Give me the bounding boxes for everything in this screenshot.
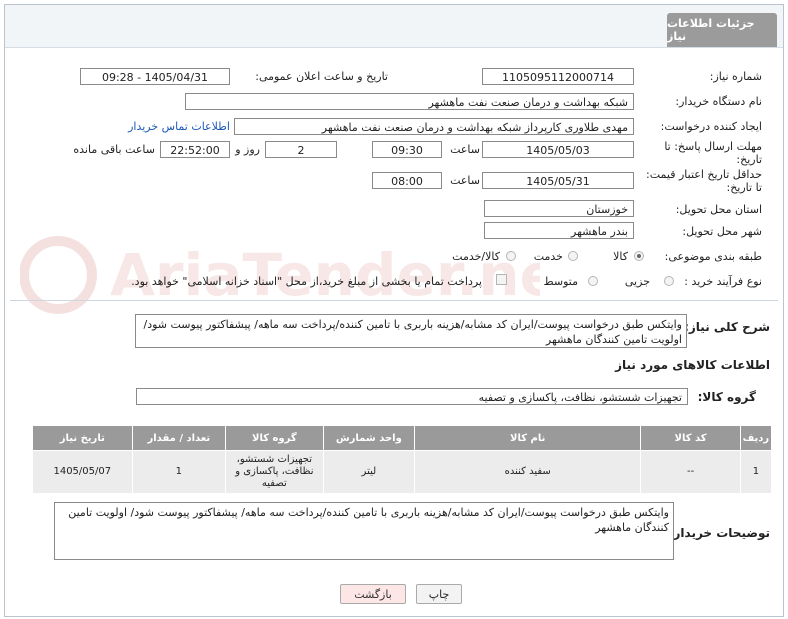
city-field: بندر ماهشهر (484, 222, 634, 239)
buyer-notes-label: توضیحات خریدار: (668, 526, 770, 540)
cell-name: سفید کننده (414, 450, 642, 494)
radio-service[interactable] (568, 251, 578, 261)
title-bar: جزئیات اطلاعات نیاز (5, 5, 783, 48)
radio-medium-label: متوسط (543, 275, 578, 288)
description-label: شرح کلی نیاز: (684, 320, 770, 334)
deadline-date-field: 1405/05/03 (482, 141, 634, 158)
province-label: استان محل تحویل: (675, 203, 762, 216)
radio-goods-service[interactable] (506, 251, 516, 261)
buyer-contact-link[interactable]: اطلاعات تماس خریدار (128, 120, 230, 133)
col-code: کد کالا (640, 425, 741, 451)
goods-table: ردیف کد کالا نام کالا واحد شمارش گروه کا… (32, 425, 773, 494)
cell-row: 1 (739, 450, 773, 494)
announce-field: 1405/04/31 - 09:28 (80, 68, 230, 85)
buyer-org-label: نام دستگاه خریدار: (675, 95, 762, 108)
cell-unit: لیتر (322, 450, 416, 494)
deadline-label-2: تاریخ: (736, 153, 762, 166)
description-box: وایتکس طبق درخواست پیوست/ایران کد مشابه/… (135, 314, 687, 348)
radio-goods[interactable] (634, 251, 644, 261)
process-label: نوع فرآیند خرید : (684, 275, 762, 288)
days-label: روز و (235, 143, 260, 156)
table-row: 1 -- سفید کننده لیتر تجهیزات شستشو، نظاف… (32, 450, 773, 494)
validity-label: حداقل تاریخ اعتبار قیمت: (646, 168, 762, 181)
remaining-label: ساعت باقی مانده (73, 143, 155, 156)
buyer-notes-box: وایتکس طبق درخواست پیوست/ایران کد مشابه/… (54, 502, 674, 560)
print-button[interactable]: چاپ (416, 584, 462, 604)
cell-qty: 1 (131, 450, 227, 494)
deadline-time-label: ساعت (450, 143, 480, 156)
announce-label: تاریخ و ساعت اعلان عمومی: (255, 70, 388, 83)
col-need-date: تاریخ نیاز (32, 425, 133, 451)
radio-service-label: خدمت (533, 250, 563, 263)
validity-label-2: تا تاریخ: (726, 181, 762, 194)
treasury-checkbox[interactable] (496, 274, 507, 285)
need-number-field: 1105095112000714 (482, 68, 634, 85)
cell-code: -- (640, 450, 741, 494)
city-label: شهر محل تحویل: (682, 225, 762, 238)
col-group: گروه کالا (225, 425, 324, 451)
creator-field: مهدی طلاوری کارپرداز شبکه بهداشت و درمان… (234, 118, 634, 135)
creator-label: ایجاد کننده درخواست: (660, 120, 762, 133)
goods-group-label: گروه کالا: (697, 390, 756, 404)
days-field: 2 (265, 141, 337, 158)
col-unit: واحد شمارش (322, 425, 416, 451)
radio-goods-label: کالا (613, 250, 628, 263)
category-label: طبقه بندی موضوعی: (664, 250, 762, 263)
cell-need-date: 1405/05/07 (32, 450, 133, 494)
tab-need-details[interactable]: جزئیات اطلاعات نیاز (667, 13, 777, 47)
buyer-org-field: شبکه بهداشت و درمان صنعت نفت ماهشهر (185, 93, 634, 110)
back-button[interactable]: بازگشت (340, 584, 406, 604)
col-name: نام کالا (414, 425, 642, 451)
remaining-time-field: 22:52:00 (160, 141, 230, 158)
radio-minor[interactable] (664, 276, 674, 286)
validity-time-label: ساعت (450, 174, 480, 187)
radio-goods-service-label: کالا/خدمت (452, 250, 500, 263)
province-field: خوزستان (484, 200, 634, 217)
col-qty: تعداد / مقدار (131, 425, 227, 451)
cell-group: تجهیزات شستشو، نظافت، پاکسازی و تصفیه (225, 450, 324, 494)
payment-note: پرداخت تمام یا بخشی از مبلغ خرید،از محل … (131, 275, 482, 288)
validity-date-field: 1405/05/31 (482, 172, 634, 189)
radio-medium[interactable] (588, 276, 598, 286)
divider (10, 300, 778, 301)
need-number-label: شماره نیاز: (709, 70, 762, 83)
goods-section-title: اطلاعات کالاهای مورد نیاز (615, 358, 770, 372)
watermark-logo-icon (20, 236, 97, 314)
validity-time-field: 08:00 (372, 172, 442, 189)
goods-table-header: ردیف کد کالا نام کالا واحد شمارش گروه کا… (32, 425, 773, 451)
deadline-time-field: 09:30 (372, 141, 442, 158)
goods-group-field: تجهیزات شستشو، نظافت، پاکسازی و تصفیه (136, 388, 688, 405)
col-row: ردیف (739, 425, 773, 451)
radio-minor-label: جزیی (624, 275, 650, 288)
deadline-label: مهلت ارسال پاسخ: تا (664, 140, 762, 153)
